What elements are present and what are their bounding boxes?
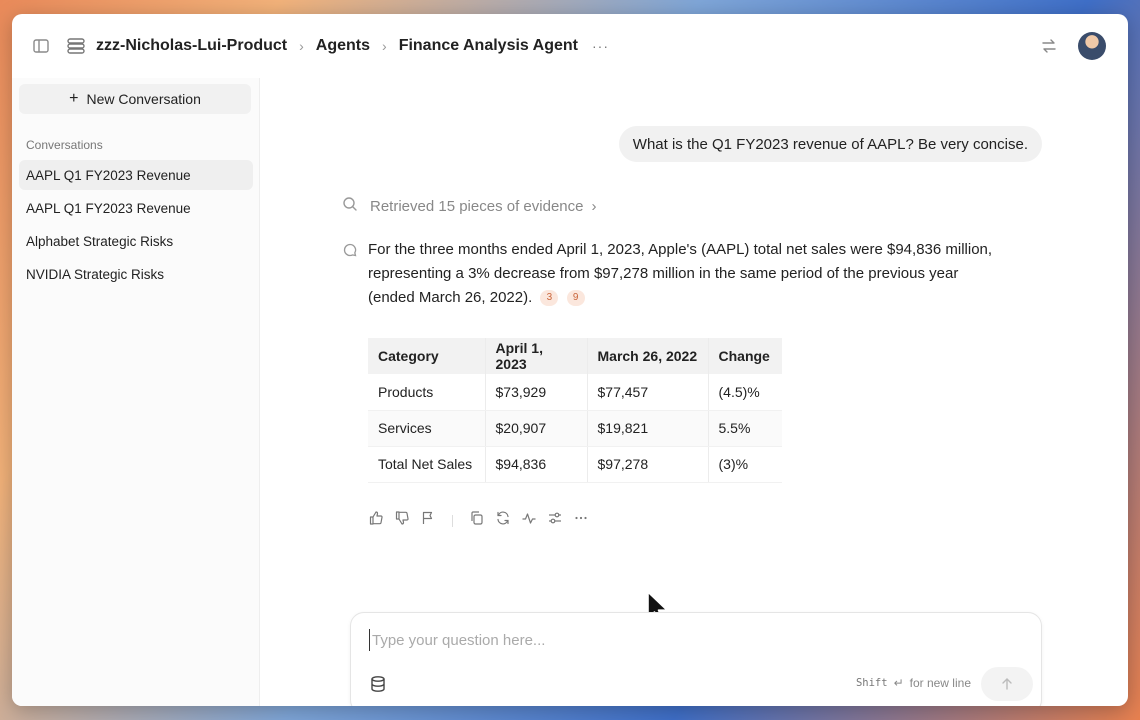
question-input[interactable] [369, 629, 1009, 651]
evidence-toggle[interactable]: Retrieved 15 pieces of evidence › [342, 196, 596, 216]
column-header: April 1, 2023 [484, 338, 587, 374]
app-window: zzz-Nicholas-Lui-Product › Agents › Fina… [12, 14, 1128, 706]
conversation-item[interactable]: Alphabet Strategic Risks [19, 226, 253, 256]
send-button[interactable] [981, 667, 1033, 701]
newline-hint-text: for new line [909, 676, 971, 690]
conversations-heading: Conversations [26, 138, 103, 152]
user-avatar[interactable] [1078, 32, 1106, 60]
top-bar: zzz-Nicholas-Lui-Product › Agents › Fina… [12, 14, 1128, 78]
more-options-icon[interactable]: ··· [592, 38, 609, 54]
assistant-answer: For the three months ended April 1, 2023… [368, 238, 1008, 310]
table-cell: Services [368, 410, 485, 447]
table-cell: $73,929 [484, 374, 587, 411]
search-icon [342, 196, 358, 216]
top-right-controls [1040, 32, 1106, 60]
shift-key-label: Shift [855, 677, 888, 689]
chat-panel: What is the Q1 FY2023 revenue of AAPL? B… [260, 78, 1128, 706]
conversation-item[interactable]: NVIDIA Strategic Risks [19, 259, 253, 289]
citation-badge[interactable]: 9 [566, 290, 585, 307]
plus-icon: + [69, 90, 79, 107]
message-actions [368, 510, 589, 531]
table-cell: Total Net Sales [368, 446, 485, 483]
flag-icon[interactable] [420, 510, 436, 531]
database-icon[interactable] [369, 675, 387, 698]
table-cell: 5.5% [707, 410, 782, 447]
table-row: Total Net Sales $94,836 $97,278 (3)% [368, 446, 782, 483]
arrow-up-icon [1002, 678, 1012, 690]
thumbs-down-icon[interactable] [394, 510, 410, 531]
revenue-table: Category April 1, 2023 March 26, 2022 Ch… [368, 338, 782, 483]
evidence-label: Retrieved 15 pieces of evidence [370, 197, 584, 215]
table-row: Services $20,907 $19,821 5.5% [368, 410, 782, 447]
breadcrumb-agents[interactable]: Agents [316, 37, 370, 55]
column-header: Category [368, 338, 485, 374]
conversation-item[interactable]: AAPL Q1 FY2023 Revenue [19, 160, 253, 190]
citation-badge[interactable]: 3 [540, 290, 559, 307]
thumbs-up-icon[interactable] [368, 510, 384, 531]
answer-text: For the three months ended April 1, 2023… [368, 241, 993, 306]
chevron-right-icon: › [382, 38, 387, 54]
settings-sliders-icon[interactable] [547, 510, 563, 531]
newline-hint: Shift ↵ for new line [856, 676, 971, 690]
copy-icon[interactable] [469, 510, 485, 531]
table-cell: Products [368, 374, 485, 411]
conversation-item[interactable]: AAPL Q1 FY2023 Revenue [19, 193, 253, 223]
user-message: What is the Q1 FY2023 revenue of AAPL? B… [618, 126, 1042, 162]
breadcrumb: zzz-Nicholas-Lui-Product › Agents › Fina… [66, 37, 609, 55]
more-icon[interactable] [573, 510, 589, 531]
table-cell: $77,457 [586, 374, 708, 411]
table-header-row: Category April 1, 2023 March 26, 2022 Ch… [368, 338, 782, 374]
breadcrumb-current-agent[interactable]: Finance Analysis Agent [399, 37, 578, 55]
message-composer: Shift ↵ for new line [350, 612, 1042, 706]
regenerate-icon[interactable] [495, 510, 511, 531]
table-row: Products $73,929 $77,457 (4.5)% [368, 374, 782, 411]
sidebar: + New Conversation Conversations AAPL Q1… [12, 78, 260, 706]
divider [452, 514, 453, 527]
column-header: Change [707, 338, 782, 374]
chat-bubble-icon [342, 242, 358, 263]
table-cell: $97,278 [586, 446, 708, 483]
table-cell: $94,836 [484, 446, 587, 483]
new-conversation-label: New Conversation [86, 91, 201, 107]
database-icon [66, 37, 86, 55]
conversation-list: AAPL Q1 FY2023 Revenue AAPL Q1 FY2023 Re… [12, 160, 259, 289]
breadcrumb-workspace[interactable]: zzz-Nicholas-Lui-Product [96, 37, 287, 55]
sidebar-toggle-icon[interactable] [32, 37, 50, 55]
swap-icon[interactable] [1040, 37, 1058, 55]
table-cell: $19,821 [586, 410, 708, 447]
table-cell: $20,907 [484, 410, 587, 447]
activity-icon[interactable] [521, 510, 537, 531]
table-cell: (4.5)% [707, 374, 782, 411]
chevron-right-icon: › [299, 38, 304, 54]
table-cell: (3)% [707, 446, 782, 483]
chevron-right-icon: › [591, 197, 597, 215]
column-header: March 26, 2022 [586, 338, 708, 374]
enter-key-icon: ↵ [893, 676, 904, 690]
new-conversation-button[interactable]: + New Conversation [19, 84, 251, 114]
